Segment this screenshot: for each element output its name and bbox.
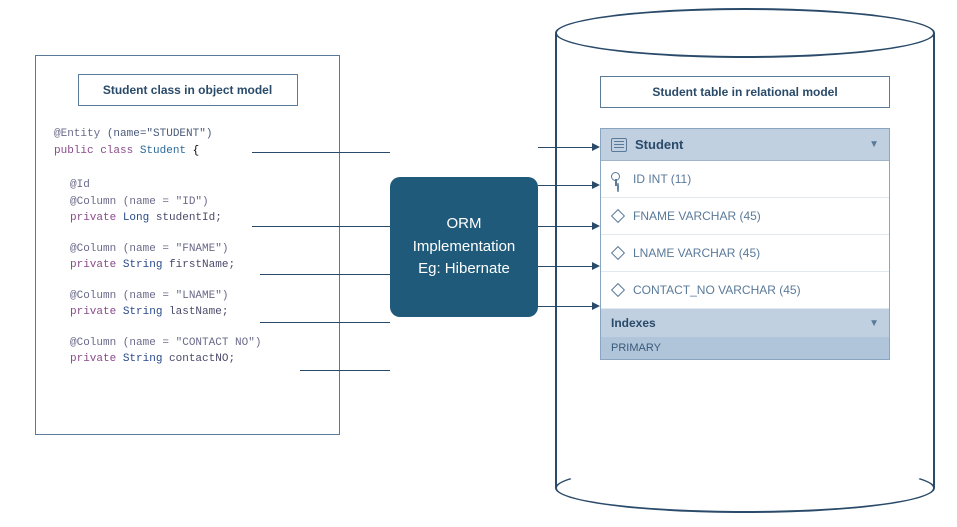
connector-line: [538, 185, 593, 186]
java-code-block: @Entity (name="STUDENT") public class St…: [54, 126, 321, 368]
column-id: ID INT (11): [601, 161, 889, 198]
object-model-panel: Student class in object model @Entity (n…: [35, 55, 340, 435]
column-lname: LNAME VARCHAR (45): [601, 235, 889, 272]
connector-line: [538, 226, 593, 227]
chevron-down-icon: ▼: [869, 318, 879, 329]
relational-model-title: Student table in relational model: [652, 85, 837, 99]
column-contact-no: CONTACT_NO VARCHAR (45): [601, 272, 889, 309]
relational-model-title-box: Student table in relational model: [600, 76, 890, 108]
connector-line: [252, 152, 390, 153]
connector-line: [538, 147, 593, 148]
field-contactno: private String contactNO;: [70, 351, 321, 368]
arrow-right-icon: [592, 181, 600, 189]
entity-annotation-line: @Entity (name="STUDENT"): [54, 126, 321, 143]
connector-line: [252, 226, 390, 227]
column-annotation-id: @Column (name = "ID"): [70, 194, 321, 211]
connector-line: [260, 274, 390, 275]
diamond-icon: [611, 209, 625, 223]
orm-line-2: Implementation: [413, 236, 516, 259]
column-fname: FNAME VARCHAR (45): [601, 198, 889, 235]
id-annotation: @Id: [70, 177, 321, 194]
arrow-right-icon: [592, 143, 600, 151]
arrow-right-icon: [592, 262, 600, 270]
diamond-icon: [611, 283, 625, 297]
orm-line-3: Eg: Hibernate: [413, 258, 516, 281]
indexes-row: Indexes ▼: [601, 309, 889, 337]
column-annotation-lname: @Column (name = "LNAME"): [70, 288, 321, 305]
database-cylinder: Student table in relational model Studen…: [555, 8, 935, 513]
object-model-title-box: Student class in object model: [78, 74, 298, 106]
connector-line: [538, 306, 593, 307]
arrow-right-icon: [592, 222, 600, 230]
chevron-down-icon: ▼: [869, 139, 879, 150]
diamond-icon: [611, 246, 625, 260]
field-lastname: private String lastName;: [70, 304, 321, 321]
student-table: Student ▼ ID INT (11) FNAME VARCHAR (45)…: [600, 128, 890, 360]
orm-line-1: ORM: [413, 213, 516, 236]
table-icon: [611, 138, 627, 152]
connector-line: [300, 370, 390, 371]
connector-line: [538, 266, 593, 267]
table-header: Student ▼: [601, 129, 889, 161]
primary-index: PRIMARY: [601, 337, 889, 359]
connector-line: [260, 322, 390, 323]
column-annotation-fname: @Column (name = "FNAME"): [70, 241, 321, 258]
column-annotation-contact: @Column (name = "CONTACT NO"): [70, 335, 321, 352]
field-studentid: private Long studentId;: [70, 210, 321, 227]
arrow-right-icon: [592, 302, 600, 310]
field-firstname: private String firstName;: [70, 257, 321, 274]
orm-box: ORM Implementation Eg: Hibernate: [390, 177, 538, 317]
table-name: Student: [635, 137, 683, 152]
object-model-title: Student class in object model: [103, 83, 272, 97]
class-declaration-line: public class Student {: [54, 143, 321, 160]
key-icon: [611, 172, 625, 186]
